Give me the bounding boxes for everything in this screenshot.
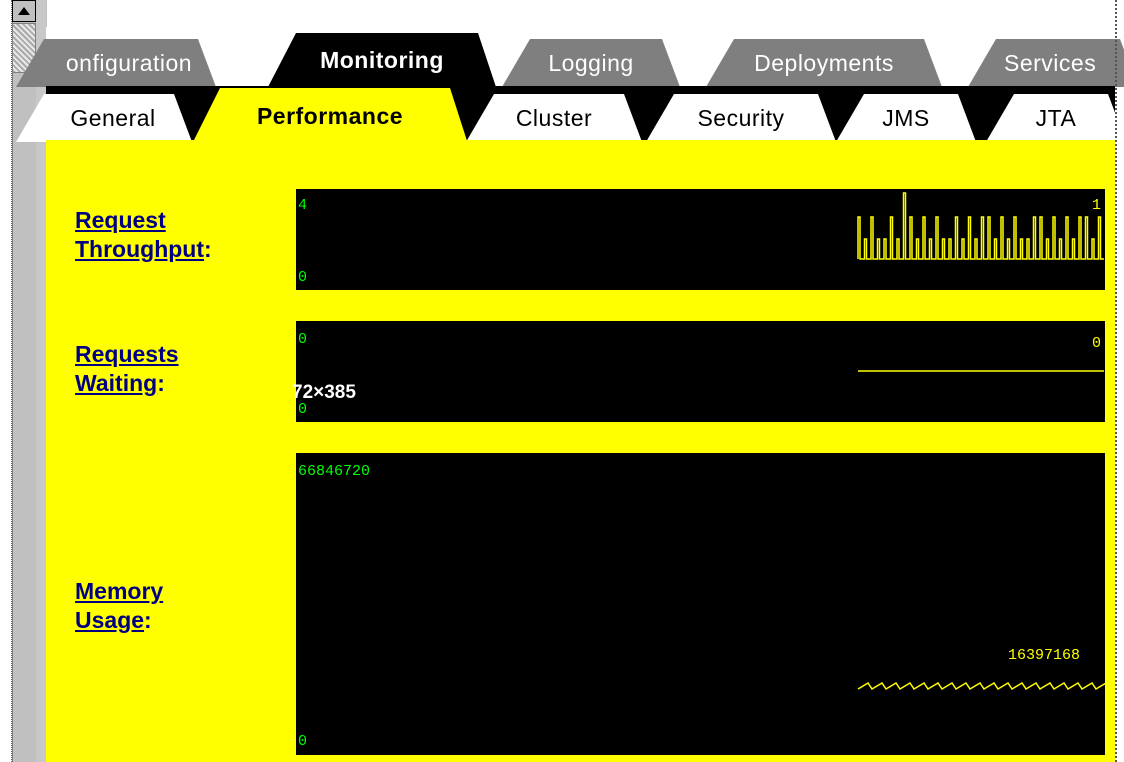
- tab-jms[interactable]: JMS: [836, 94, 976, 142]
- tab-label: Monitoring: [320, 46, 444, 73]
- throughput-label: Request Throughput:: [75, 206, 212, 264]
- top-tab-bar: onfiguration Monitoring Logging Deployme…: [46, 27, 1115, 87]
- label-colon: :: [204, 236, 212, 262]
- tab-label: Logging: [548, 49, 634, 76]
- scroll-up-arrow-icon[interactable]: [12, 0, 36, 22]
- tab-security[interactable]: Security: [646, 94, 836, 142]
- tab-configuration[interactable]: onfiguration: [16, 39, 216, 87]
- size-overlay-text: 72×385: [292, 382, 356, 403]
- tab-label: General: [70, 104, 156, 131]
- memory-link-line1[interactable]: Memory: [75, 578, 163, 604]
- tab-label: Services: [1004, 49, 1097, 76]
- waiting-graph: 0 0 0: [296, 321, 1105, 422]
- tab-services[interactable]: Services: [968, 39, 1124, 87]
- tab-label: onfiguration: [65, 49, 193, 76]
- memory-graph: 66846720 0 16397168: [296, 453, 1105, 755]
- tab-label: Deployments: [754, 49, 894, 76]
- memory-trace: [857, 681, 1105, 691]
- tab-performance[interactable]: Performance: [192, 88, 468, 144]
- tab-label: Security: [697, 104, 785, 131]
- sub-tab-bar: General Performance Cluster Security JMS…: [46, 86, 1115, 146]
- waiting-link-line1[interactable]: Requests: [75, 341, 179, 367]
- throughput-link-line1[interactable]: Request: [75, 207, 166, 233]
- tab-deployments[interactable]: Deployments: [706, 39, 942, 87]
- throughput-link-line2[interactable]: Throughput: [75, 236, 204, 262]
- label-colon: :: [144, 607, 152, 633]
- tab-jta[interactable]: JTA: [986, 94, 1124, 142]
- left-gutter: [0, 0, 12, 762]
- tab-general[interactable]: General: [16, 94, 192, 142]
- memory-label: Memory Usage:: [75, 577, 163, 635]
- waiting-trace: [858, 370, 1104, 372]
- window-edge: [1115, 0, 1117, 762]
- waiting-label: Requests Waiting:: [75, 340, 179, 398]
- tab-logging[interactable]: Logging: [502, 39, 680, 87]
- tab-label: Cluster: [515, 104, 593, 131]
- tab-label: JMS: [882, 104, 930, 131]
- tab-monitoring[interactable]: Monitoring: [268, 33, 496, 87]
- throughput-graph: 4 0 1: [296, 189, 1105, 290]
- tab-label: JTA: [1035, 104, 1077, 131]
- waiting-link-line2[interactable]: Waiting: [75, 370, 157, 396]
- label-colon: :: [157, 370, 165, 396]
- memory-link-line2[interactable]: Usage: [75, 607, 144, 633]
- throughput-trace: [857, 192, 1104, 260]
- tab-cluster[interactable]: Cluster: [466, 94, 642, 142]
- tab-label: Performance: [256, 102, 404, 129]
